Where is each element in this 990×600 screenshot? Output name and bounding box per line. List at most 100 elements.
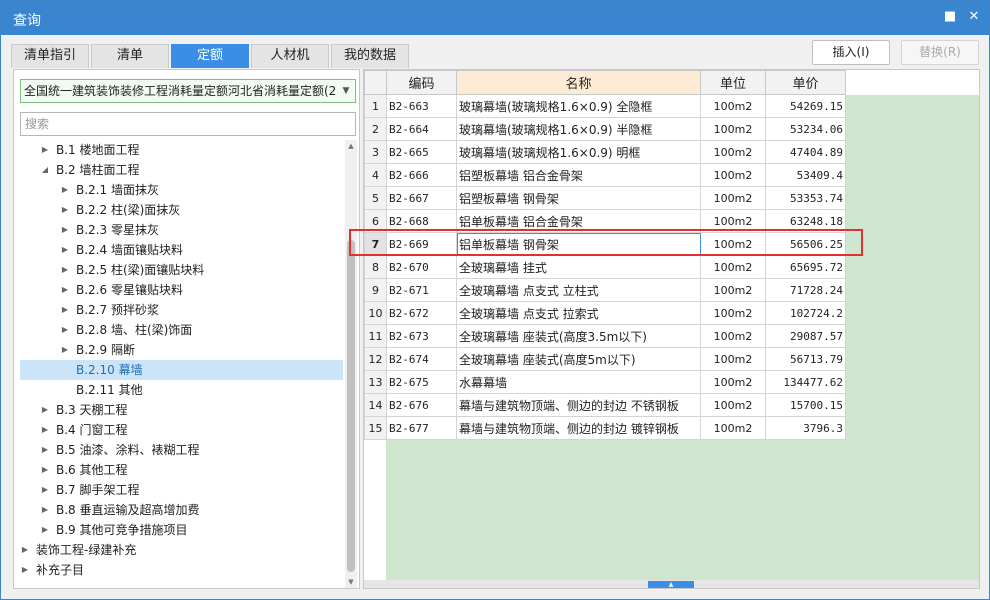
cell-name[interactable]: 全玻璃幕墙 点支式 拉索式 bbox=[456, 301, 701, 325]
cell-price[interactable]: 71728.24 bbox=[765, 278, 846, 302]
tab-quota[interactable]: 定额 bbox=[171, 44, 249, 68]
tree-item[interactable]: ▶ 补充子目 bbox=[20, 560, 343, 580]
cell-code[interactable]: B2-664 bbox=[386, 117, 457, 141]
tree-item[interactable]: ▶ B.3 天棚工程 bbox=[20, 400, 343, 420]
cell-name[interactable]: 全玻璃幕墙 挂式 bbox=[456, 255, 701, 279]
tree-item[interactable]: B.2.10 幕墙 bbox=[20, 360, 343, 380]
cell-code[interactable]: B2-663 bbox=[386, 94, 457, 118]
cell-unit[interactable]: 100m2 bbox=[700, 347, 766, 371]
table-row[interactable]: 14 B2-676 幕墙与建筑物顶端、侧边的封边 不锈钢板 100m2 15700.15 bbox=[364, 393, 846, 417]
cell-unit[interactable]: 100m2 bbox=[700, 209, 766, 233]
cell-code[interactable]: B2-669 bbox=[386, 232, 457, 256]
row-number[interactable]: 15 bbox=[364, 416, 387, 440]
column-header-unit[interactable]: 单位 bbox=[700, 70, 766, 95]
row-number[interactable]: 8 bbox=[364, 255, 387, 279]
table-row[interactable]: 4 B2-666 铝塑板幕墙 铝合金骨架 100m2 53409.4 bbox=[364, 163, 846, 187]
tree-item[interactable]: ▶ B.4 门窗工程 bbox=[20, 420, 343, 440]
tab-labor-material-machine[interactable]: 人材机 bbox=[251, 44, 329, 68]
table-row[interactable]: 15 B2-677 幕墙与建筑物顶端、侧边的封边 镀锌钢板 100m2 3796.3 bbox=[364, 416, 846, 440]
row-number[interactable]: 11 bbox=[364, 324, 387, 348]
table-row[interactable]: 3 B2-665 玻璃幕墙(玻璃规格1.6×0.9) 明框 100m2 47404.89 bbox=[364, 140, 846, 164]
cell-code[interactable]: B2-676 bbox=[386, 393, 457, 417]
tree-item[interactable]: ▶ B.2.6 零星镶贴块料 bbox=[20, 280, 343, 300]
caret-right-icon[interactable]: ▶ bbox=[60, 180, 70, 200]
cell-price[interactable]: 102724.2 bbox=[765, 301, 846, 325]
chevron-down-icon[interactable]: ▼ bbox=[337, 80, 355, 102]
cell-price[interactable]: 15700.15 bbox=[765, 393, 846, 417]
cell-code[interactable]: B2-673 bbox=[386, 324, 457, 348]
close-icon[interactable]: ✕ bbox=[966, 9, 982, 25]
tree-item[interactable]: ▶ B.2.9 隔断 bbox=[20, 340, 343, 360]
cell-name[interactable]: 铝单板幕墙 铝合金骨架 bbox=[456, 209, 701, 233]
cell-name[interactable]: 铝塑板幕墙 钢骨架 bbox=[456, 186, 701, 210]
caret-right-icon[interactable]: ▶ bbox=[60, 320, 70, 340]
cell-price[interactable]: 54269.15 bbox=[765, 94, 846, 118]
row-number[interactable]: 6 bbox=[364, 209, 387, 233]
row-number[interactable]: 1 bbox=[364, 94, 387, 118]
maximize-icon[interactable]: ■ bbox=[942, 9, 958, 25]
caret-right-icon[interactable]: ▶ bbox=[40, 460, 50, 480]
row-number[interactable]: 4 bbox=[364, 163, 387, 187]
tree-scrollbar[interactable]: ▲ ▼ bbox=[345, 140, 357, 588]
tree-item[interactable]: B.2.11 其他 bbox=[20, 380, 343, 400]
caret-right-icon[interactable]: ▶ bbox=[40, 140, 50, 160]
cell-unit[interactable]: 100m2 bbox=[700, 416, 766, 440]
cell-unit[interactable]: 100m2 bbox=[700, 301, 766, 325]
caret-right-icon[interactable]: ▶ bbox=[60, 220, 70, 240]
cell-unit[interactable]: 100m2 bbox=[700, 255, 766, 279]
cell-unit[interactable]: 100m2 bbox=[700, 370, 766, 394]
caret-right-icon[interactable]: ▶ bbox=[60, 260, 70, 280]
cell-unit[interactable]: 100m2 bbox=[700, 232, 766, 256]
table-row[interactable]: 2 B2-664 玻璃幕墙(玻璃规格1.6×0.9) 半隐框 100m2 53234.0… bbox=[364, 117, 846, 141]
tree-item[interactable]: ▶ B.2.3 零星抹灰 bbox=[20, 220, 343, 240]
cell-price[interactable]: 3796.3 bbox=[765, 416, 846, 440]
cell-name[interactable]: 全玻璃幕墙 点支式 立柱式 bbox=[456, 278, 701, 302]
column-header-price[interactable]: 单价 bbox=[765, 70, 846, 95]
tree-item[interactable]: ▶ B.2.1 墙面抹灰 bbox=[20, 180, 343, 200]
scrollbar-thumb[interactable] bbox=[347, 240, 355, 572]
cell-unit[interactable]: 100m2 bbox=[700, 393, 766, 417]
cell-price[interactable]: 53353.74 bbox=[765, 186, 846, 210]
tree-item[interactable]: ▶ B.6 其他工程 bbox=[20, 460, 343, 480]
caret-right-icon[interactable]: ▶ bbox=[20, 560, 30, 580]
cell-code[interactable]: B2-665 bbox=[386, 140, 457, 164]
tree-item[interactable]: ▶ B.2.4 墙面镶贴块料 bbox=[20, 240, 343, 260]
cell-price[interactable]: 56713.79 bbox=[765, 347, 846, 371]
table-row[interactable]: 6 B2-668 铝单板幕墙 铝合金骨架 100m2 63248.18 bbox=[364, 209, 846, 233]
cell-name[interactable]: 幕墙与建筑物顶端、侧边的封边 不锈钢板 bbox=[456, 393, 701, 417]
cell-price[interactable]: 65695.72 bbox=[765, 255, 846, 279]
caret-right-icon[interactable]: ▶ bbox=[60, 240, 70, 260]
tree-item[interactable]: ▶ B.5 油漆、涂料、裱糊工程 bbox=[20, 440, 343, 460]
caret-right-icon[interactable]: ▶ bbox=[60, 340, 70, 360]
tree-item[interactable]: ▶ B.2.2 柱(梁)面抹灰 bbox=[20, 200, 343, 220]
caret-right-icon[interactable]: ▶ bbox=[40, 420, 50, 440]
cell-unit[interactable]: 100m2 bbox=[700, 186, 766, 210]
row-number[interactable]: 10 bbox=[364, 301, 387, 325]
cell-name[interactable]: 全玻璃幕墙 座装式(高度5m以下) bbox=[456, 347, 701, 371]
tab-bill[interactable]: 清单 bbox=[91, 44, 169, 68]
cell-name[interactable]: 玻璃幕墙(玻璃规格1.6×0.9) 全隐框 bbox=[456, 94, 701, 118]
caret-down-icon[interactable]: ◢ bbox=[40, 160, 50, 180]
table-row[interactable]: 5 B2-667 铝塑板幕墙 钢骨架 100m2 53353.74 bbox=[364, 186, 846, 210]
row-number[interactable]: 14 bbox=[364, 393, 387, 417]
tab-bill-guide[interactable]: 清单指引 bbox=[11, 44, 89, 68]
cell-name[interactable]: 铝塑板幕墙 铝合金骨架 bbox=[456, 163, 701, 187]
caret-right-icon[interactable]: ▶ bbox=[40, 520, 50, 540]
caret-right-icon[interactable]: ▶ bbox=[60, 300, 70, 320]
cell-unit[interactable]: 100m2 bbox=[700, 278, 766, 302]
row-number[interactable]: 2 bbox=[364, 117, 387, 141]
grid-splitter[interactable]: ▲ bbox=[364, 580, 979, 588]
caret-right-icon[interactable]: ▶ bbox=[40, 480, 50, 500]
cell-name[interactable]: 铝单板幕墙 钢骨架 bbox=[456, 232, 701, 256]
cell-unit[interactable]: 100m2 bbox=[700, 140, 766, 164]
cell-name[interactable]: 全玻璃幕墙 座装式(高度3.5m以下) bbox=[456, 324, 701, 348]
caret-right-icon[interactable]: ▶ bbox=[60, 200, 70, 220]
row-number[interactable]: 7 bbox=[364, 232, 387, 256]
table-row[interactable]: 13 B2-675 水幕幕墙 100m2 134477.62 bbox=[364, 370, 846, 394]
caret-right-icon[interactable]: ▶ bbox=[40, 440, 50, 460]
table-row[interactable]: 7 B2-669 铝单板幕墙 钢骨架 100m2 56506.25 bbox=[364, 232, 846, 256]
cell-price[interactable]: 47404.89 bbox=[765, 140, 846, 164]
table-row[interactable]: 12 B2-674 全玻璃幕墙 座装式(高度5m以下) 100m2 56713.79 bbox=[364, 347, 846, 371]
cell-name[interactable]: 玻璃幕墙(玻璃规格1.6×0.9) 半隐框 bbox=[456, 117, 701, 141]
tree-item[interactable]: ▶ B.8 垂直运输及超高增加费 bbox=[20, 500, 343, 520]
